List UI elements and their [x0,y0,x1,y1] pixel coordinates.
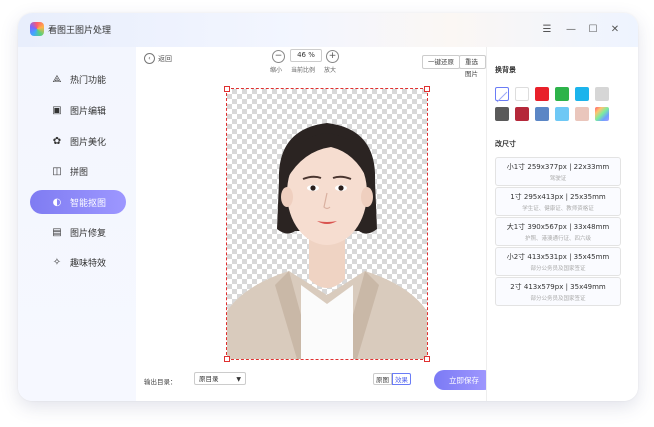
edit-image-icon: ▣ [52,104,62,116]
output-dir-label: 输出目录： [144,378,177,386]
back-arrow-icon: ‹ [144,53,155,64]
save-button[interactable]: 立即保存 [434,370,494,390]
size-option-small-2inch[interactable]: 小2寸 413x531px | 35x45mm 部分公务员及国家签证 [495,247,621,276]
size-option-title: 1寸 295x413px | 25x35mm [510,193,606,201]
app-window: 看图王图片处理 ☰ — ☐ ✕ ⟁ 热门功能 ▣ 图片编辑 ✿ 图片美化 ◫ 拼… [18,13,638,401]
size-option-desc: 部分公务员及国家签证 [530,296,586,302]
zoom-out-button[interactable]: − [272,50,285,63]
swatch-color[interactable] [535,107,549,121]
resize-handle-bottom-left[interactable] [224,356,230,362]
restore-button[interactable]: 一键还原 [422,55,460,69]
zoom-out-label: 缩小 [270,67,283,74]
sidebar-item-label: 图片美化 [70,137,107,148]
output-dir-select[interactable]: 原目录 ▼ [194,372,246,385]
sidebar: ⟁ 热门功能 ▣ 图片编辑 ✿ 图片美化 ◫ 拼图 ◐ 智能抠图 ▤ 图片修复 … [18,47,136,401]
size-option-desc: 学生证、健康证、教师资格证 [522,206,594,212]
swatch-color[interactable] [515,107,529,121]
title-bar: 看图王图片处理 ☰ — ☐ ✕ [18,13,638,47]
maximize-icon[interactable]: ☐ [585,21,601,37]
background-section-title: 换背景 [495,66,516,74]
selection-frame[interactable] [224,86,430,362]
sidebar-item-label: 图片编辑 [70,106,107,117]
beautify-icon: ✿ [52,135,62,147]
size-option-title: 小2寸 413x531px | 35x45mm [506,253,610,261]
effects-icon: ✧ [52,256,62,268]
size-option-title: 小1寸 259x377px | 22x33mm [506,163,610,171]
minimize-icon[interactable]: — [563,21,579,37]
view-effect-toggle[interactable]: 效果 [392,373,411,385]
size-option-title: 大1寸 390x567px | 33x48mm [506,223,610,231]
sidebar-item-label: 热门功能 [70,75,107,86]
view-original-toggle[interactable]: 原图 [373,373,392,385]
sidebar-item-label: 趣味特效 [70,258,107,269]
zoom-in-button[interactable]: + [326,50,339,63]
zoom-input[interactable]: 46 % [290,49,322,62]
sidebar-item-label: 智能抠图 [70,198,107,209]
sidebar-item-edit[interactable]: ▣ 图片编辑 [30,98,126,122]
close-icon[interactable]: ✕ [607,21,623,37]
size-option-desc: 驾驶证 [549,176,567,182]
size-option-large-1inch[interactable]: 大1寸 390x567px | 33x48mm 护照、港澳通行证、四六级 [495,217,621,246]
sidebar-item-hot[interactable]: ⟁ 热门功能 [30,67,126,91]
swatch-color[interactable] [575,87,589,101]
main-canvas-area: ‹ 返回 − 46 % + 缩小 当前比例 放大 一键还原 重选图片 输出目录：… [136,47,494,401]
repair-icon: ▤ [52,226,62,238]
swatch-color[interactable] [495,107,509,121]
swatch-color[interactable] [535,87,549,101]
back-label: 返回 [158,54,172,63]
app-title: 看图王图片处理 [48,26,112,36]
swatch-color[interactable] [555,87,569,101]
swatch-color[interactable] [575,107,589,121]
resize-handle-top-right[interactable] [424,86,430,92]
swatch-transparent[interactable] [495,87,509,103]
reselect-image-button[interactable]: 重选图片 [459,55,486,78]
collage-icon: ◫ [52,165,62,177]
size-option-desc: 部分公务员及国家签证 [530,266,586,272]
size-option-small-1inch[interactable]: 小1寸 259x377px | 22x33mm 驾驶证 [495,157,621,186]
size-section-title: 改尺寸 [495,140,516,148]
swatch-color[interactable] [515,87,529,101]
sidebar-item-label: 图片修复 [70,228,107,239]
resize-handle-top-left[interactable] [224,86,230,92]
chevron-down-icon: ▼ [236,376,241,383]
swatch-custom-color[interactable] [595,107,609,121]
right-panel: 换背景 改尺寸 小1寸 259x377px | 22x33mm 驾驶证 1寸 2… [486,47,638,401]
zoom-in-label: 放大 [324,67,337,74]
output-dir-value: 原目录 [199,375,219,383]
sidebar-item-repair[interactable]: ▤ 图片修复 [30,220,126,244]
sidebar-item-collage[interactable]: ◫ 拼图 [30,159,126,183]
zoom-control: − 46 % + 缩小 当前比例 放大 [270,49,352,78]
zoom-current-label: 当前比例 [291,67,316,74]
sidebar-item-smart-cutout[interactable]: ◐ 智能抠图 [30,190,126,214]
flame-icon: ⟁ [52,73,62,85]
swatch-color[interactable] [595,87,609,101]
smart-cutout-icon: ◐ [52,196,62,208]
resize-handle-bottom-right[interactable] [424,356,430,362]
sidebar-item-beautify[interactable]: ✿ 图片美化 [30,129,126,153]
app-logo-icon [30,22,44,36]
size-option-1inch[interactable]: 1寸 295x413px | 25x35mm 学生证、健康证、教师资格证 [495,187,621,216]
back-button[interactable]: ‹ 返回 [144,53,172,64]
size-option-title: 2寸 413x579px | 35x49mm [510,283,606,291]
menu-icon[interactable]: ☰ [539,21,555,37]
size-option-desc: 护照、港澳通行证、四六级 [524,236,591,242]
sidebar-item-label: 拼图 [70,167,89,178]
swatch-color[interactable] [555,107,569,121]
size-option-2inch[interactable]: 2寸 413x579px | 35x49mm 部分公务员及国家签证 [495,277,621,306]
sidebar-item-effects[interactable]: ✧ 趣味特效 [30,250,126,274]
